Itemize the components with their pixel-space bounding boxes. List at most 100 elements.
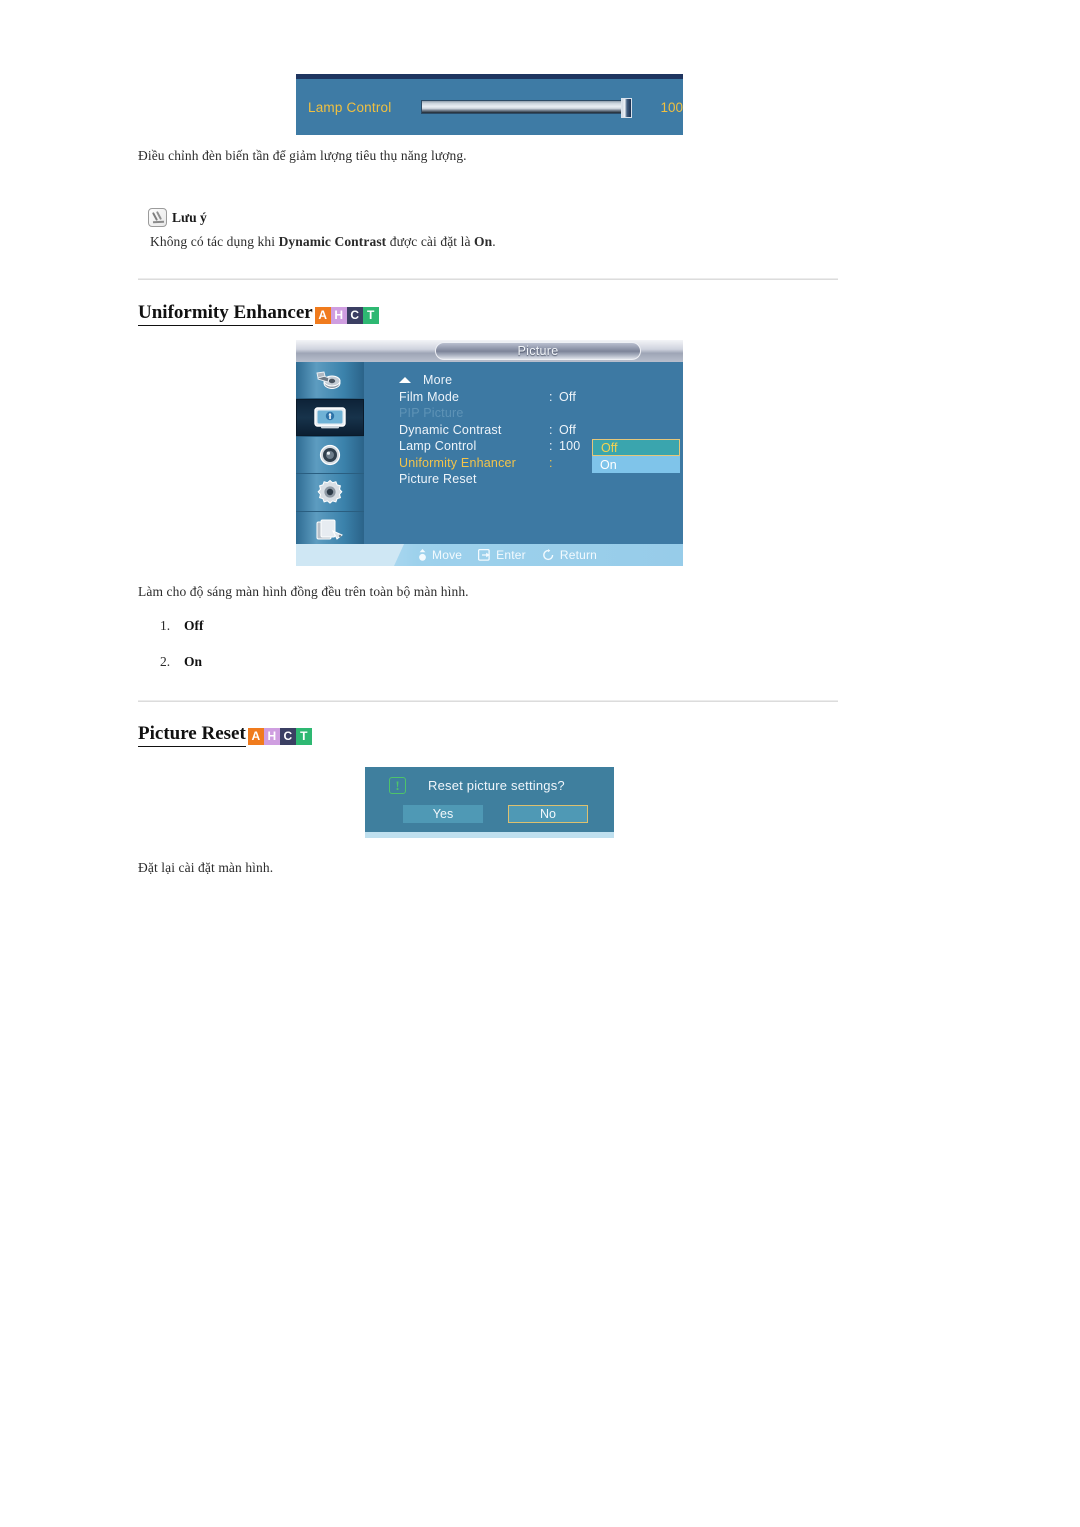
- dropdown-option-off[interactable]: Off: [592, 439, 680, 456]
- enter-icon: [478, 549, 491, 561]
- sidebar-item-setup[interactable]: [296, 474, 364, 512]
- osd-colon: :: [549, 422, 553, 437]
- osd-picture-menu: Picture More Film Mode: Off PIP Picture…: [296, 340, 683, 566]
- osd-item-lamp-control-label: Lamp Control: [399, 439, 477, 454]
- model-badges: A H C T: [247, 727, 312, 745]
- osd-item-film-mode-label: Film Mode: [399, 389, 460, 404]
- osd-item-dynamic-contrast-label: Dynamic Contrast: [399, 422, 502, 437]
- model-badges: A H C T: [314, 306, 379, 324]
- lamp-control-description: Điều chỉnh đèn biến tần để giảm lượng ti…: [138, 148, 467, 163]
- heading-text: Picture Reset: [138, 723, 246, 747]
- sidebar-item-input[interactable]: [296, 362, 364, 400]
- badge-h-icon: H: [263, 727, 280, 745]
- note-block: Lưu ý: [148, 208, 207, 227]
- note-text: Không có tác dụng khi Dynamic Contrast đ…: [150, 234, 496, 250]
- dialog-yes-button[interactable]: Yes: [403, 805, 483, 823]
- dropdown-option-on[interactable]: On: [592, 456, 680, 473]
- list-item-text: On: [184, 654, 203, 669]
- dialog-message-row: ! Reset picture settings?: [365, 777, 614, 794]
- note-pencil-icon: [148, 208, 167, 227]
- osd-item-film-mode-value: Off: [559, 389, 577, 404]
- osd-title-pill: Picture: [435, 342, 641, 360]
- osd-colon: :: [549, 455, 553, 470]
- osd-colon: :: [549, 389, 553, 404]
- sound-icon: [319, 444, 341, 466]
- osd-colon: :: [549, 439, 553, 454]
- footer-return[interactable]: Return: [542, 548, 597, 562]
- note-title: Lưu ý: [172, 209, 207, 225]
- document-page: Lamp Control 100 Điều chỉnh đèn biến tần…: [0, 0, 1080, 1527]
- input-source-icon: [316, 371, 341, 390]
- lamp-control-osd-widget: Lamp Control 100: [296, 74, 683, 135]
- sidebar-item-picture[interactable]: [296, 399, 364, 437]
- lamp-control-label: Lamp Control: [308, 99, 392, 115]
- dialog-no-button[interactable]: No: [508, 805, 588, 823]
- osd-item-dynamic-contrast-value: Off: [559, 422, 577, 437]
- footer-enter[interactable]: Enter: [478, 548, 526, 562]
- osd-sidebar: [296, 362, 364, 549]
- osd-footer-bar: Move Enter Return: [296, 544, 683, 566]
- note-text-part1: Không có tác dụng khi: [150, 234, 279, 249]
- osd-item-dynamic-contrast[interactable]: Dynamic Contrast : Off: [399, 422, 674, 439]
- footer-move-label: Move: [432, 548, 463, 562]
- multi-control-icon: [316, 519, 343, 540]
- uniformity-enhancer-description: Làm cho độ sáng màn hình đồng đều trên t…: [138, 584, 469, 599]
- osd-item-film-mode[interactable]: Film Mode : Off: [399, 389, 674, 406]
- info-exclamation-icon: !: [389, 777, 406, 794]
- lamp-control-slider[interactable]: [420, 98, 633, 118]
- note-bold-value: On: [474, 234, 493, 249]
- dialog-bottom-strip: [365, 832, 614, 838]
- badge-a-icon: A: [314, 306, 331, 324]
- badge-a-icon: A: [247, 727, 264, 745]
- heading-text: Uniformity Enhancer: [138, 302, 313, 326]
- badge-h-icon: H: [330, 306, 347, 324]
- section-divider: [138, 700, 838, 702]
- list-item-number: 1.: [160, 618, 171, 633]
- osd-item-uniformity-enhancer-label: Uniformity Enhancer: [399, 455, 517, 470]
- osd-item-pip-picture-label: PIP Picture: [399, 406, 464, 421]
- sidebar-item-sound[interactable]: [296, 437, 364, 475]
- picture-icon: [314, 406, 346, 428]
- note-bold-term: Dynamic Contrast: [278, 234, 387, 249]
- return-icon: [542, 549, 555, 561]
- info-glyph: !: [395, 778, 400, 793]
- osd-item-picture-reset-label: Picture Reset: [399, 472, 477, 487]
- move-joystick-icon: [418, 548, 427, 562]
- note-text-part3: .: [492, 234, 496, 249]
- osd-item-pip-picture: PIP Picture: [399, 405, 674, 422]
- osd-item-more-label-wrap: More: [399, 373, 549, 387]
- osd-footer-inner: Move Enter Return: [394, 544, 683, 566]
- osd-item-picture-reset[interactable]: Picture Reset: [399, 471, 674, 488]
- list-item-text: Off: [184, 618, 204, 633]
- chevron-up-icon: [399, 377, 411, 384]
- osd-item-more-label: More: [423, 373, 453, 388]
- osd-title-text: Picture: [517, 344, 559, 358]
- badge-c-icon: C: [279, 727, 296, 745]
- footer-move[interactable]: Move: [418, 548, 462, 562]
- lamp-control-value: 100: [660, 99, 683, 115]
- section-divider: [138, 278, 838, 280]
- picture-reset-dialog: ! Reset picture settings? Yes No: [365, 767, 614, 838]
- footer-return-label: Return: [559, 548, 598, 562]
- dialog-button-row: Yes No: [365, 805, 614, 823]
- picture-reset-description: Đặt lại cài đặt màn hình.: [138, 860, 274, 875]
- list-item: 1. Off: [160, 618, 204, 654]
- osd-menu-body: More Film Mode : Off PIP Picture Dynamic…: [364, 362, 683, 544]
- badge-t-icon: T: [295, 727, 312, 745]
- heading-uniformity-enhancer: Uniformity Enhancer A H C T: [138, 302, 379, 326]
- badge-c-icon: C: [346, 306, 363, 324]
- list-item-number: 2.: [160, 654, 171, 669]
- osd-item-more[interactable]: More: [399, 372, 674, 389]
- slider-thumb[interactable]: [621, 98, 633, 118]
- osd-item-lamp-control-value: 100: [559, 439, 581, 454]
- setup-gear-icon: [317, 480, 343, 505]
- list-item: 2. On: [160, 654, 204, 690]
- heading-picture-reset: Picture Reset A H C T: [138, 723, 312, 747]
- footer-enter-label: Enter: [496, 548, 526, 562]
- osd-title-bar: Picture: [296, 340, 683, 362]
- badge-t-icon: T: [362, 306, 379, 324]
- note-text-part2: được cài đặt là: [386, 234, 475, 249]
- dialog-question-text: Reset picture settings?: [428, 778, 565, 793]
- uniformity-enhancer-dropdown[interactable]: Off On: [592, 439, 680, 473]
- uniformity-option-list: 1. Off 2. On: [160, 618, 204, 690]
